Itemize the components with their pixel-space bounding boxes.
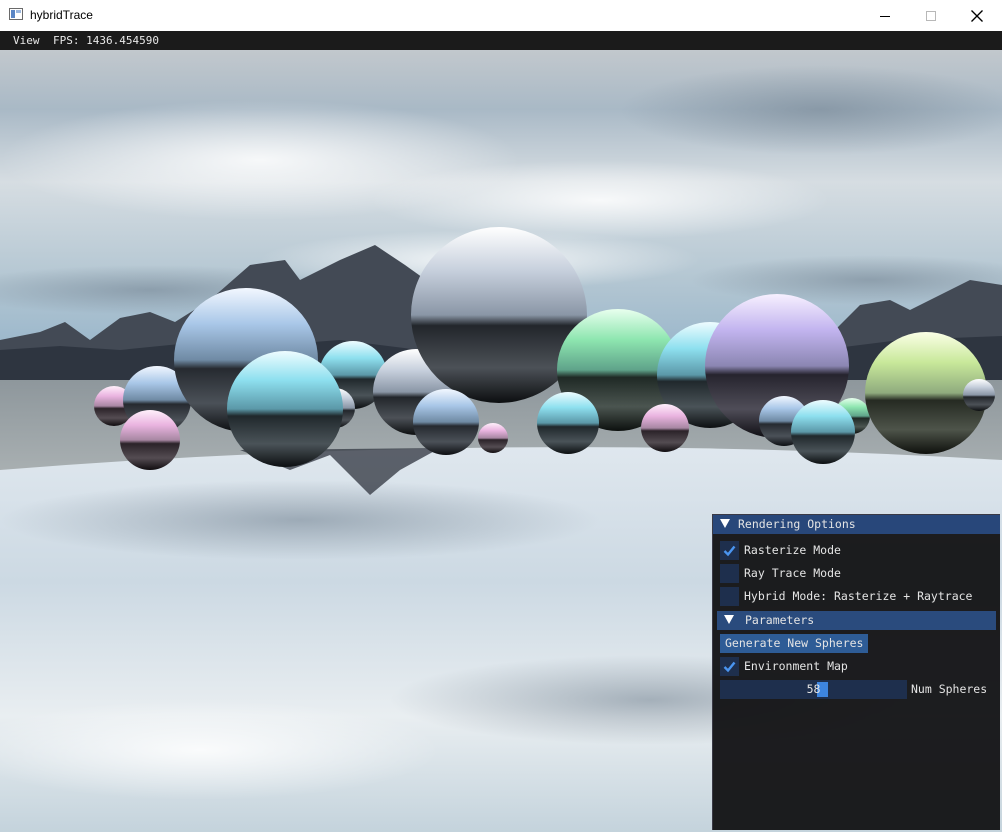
- checkmark-icon: [723, 545, 736, 557]
- close-button[interactable]: [954, 0, 1000, 31]
- close-icon: [971, 9, 983, 22]
- panel-title: Rendering Options: [738, 517, 856, 531]
- environment-map-checkbox[interactable]: [720, 657, 739, 676]
- environment-map-label: Environment Map: [744, 659, 848, 673]
- rendering-options-header[interactable]: Rendering Options: [713, 515, 1000, 534]
- parameters-title: Parameters: [745, 613, 815, 627]
- window-title-bar[interactable]: hybridTrace: [0, 0, 1002, 32]
- window-title: hybridTrace: [30, 8, 93, 22]
- collapse-arrow-icon: [724, 615, 734, 624]
- maximize-icon: [926, 10, 936, 21]
- rasterize-mode-checkbox[interactable]: [720, 541, 739, 560]
- rendering-options-panel: Rendering Options Rasterize Mode Ray Tra…: [712, 514, 1000, 830]
- ray-trace-mode-label: Ray Trace Mode: [744, 566, 841, 580]
- num-spheres-value: 58: [806, 682, 821, 696]
- minimize-icon: [880, 15, 890, 17]
- maximize-button[interactable]: [908, 0, 954, 31]
- hybrid-mode-label: Hybrid Mode: Rasterize + Raytrace: [744, 589, 973, 603]
- hybrid-mode-checkbox[interactable]: [720, 587, 739, 606]
- ray-trace-mode-checkbox[interactable]: [720, 564, 739, 583]
- minimize-button[interactable]: [862, 0, 908, 31]
- checkmark-icon: [723, 661, 736, 673]
- rasterize-mode-label: Rasterize Mode: [744, 543, 841, 557]
- parameters-header[interactable]: Parameters: [717, 611, 996, 630]
- num-spheres-slider[interactable]: 58: [720, 680, 907, 699]
- app-window-icon: [9, 8, 23, 20]
- num-spheres-label: Num Spheres: [911, 682, 988, 696]
- main-menu-bar: View FPS: 1436.454590: [0, 31, 1002, 50]
- menu-view[interactable]: View: [13, 34, 40, 47]
- collapse-arrow-icon: [720, 519, 730, 528]
- generate-new-spheres-button[interactable]: Generate New Spheres: [720, 634, 869, 653]
- fps-readout: FPS: 1436.454590: [53, 34, 159, 47]
